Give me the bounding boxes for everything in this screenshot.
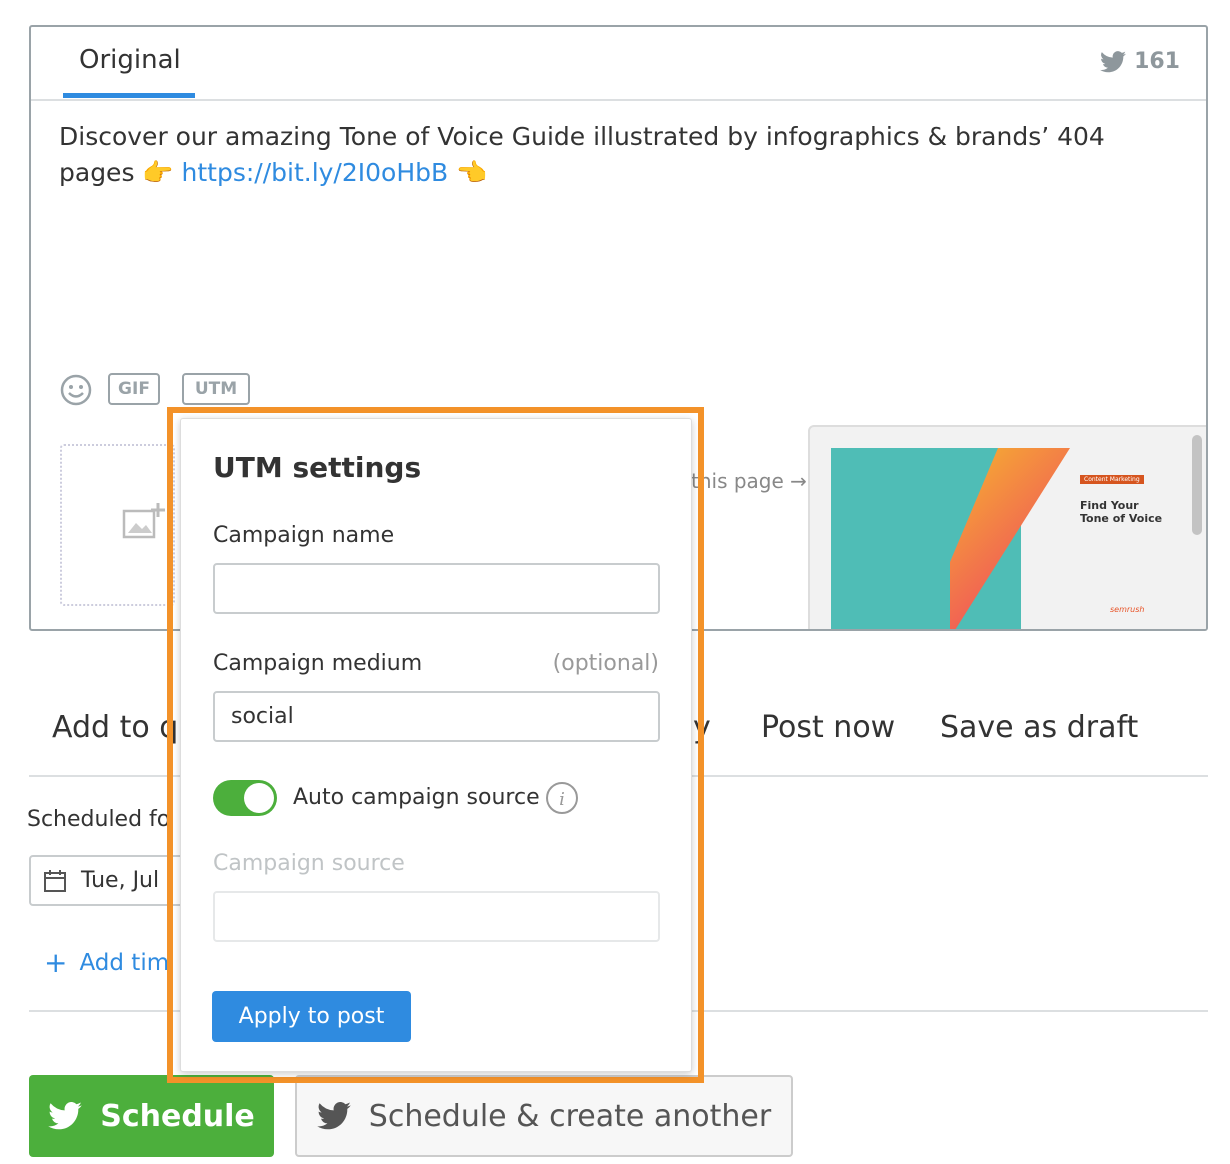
schedule-button[interactable]: Schedule xyxy=(29,1075,274,1157)
auto-campaign-source-label: Auto campaign source xyxy=(293,785,540,810)
add-time-button[interactable]: + Add tim xyxy=(44,946,169,979)
image-upload-area[interactable] xyxy=(60,444,175,606)
campaign-medium-input[interactable] xyxy=(213,691,660,742)
date-picker[interactable]: Tue, Jul xyxy=(29,855,189,906)
post-text-editor[interactable]: Discover our amazing Tone of Voice Guide… xyxy=(59,119,1159,191)
character-counter: 161 xyxy=(1100,49,1180,74)
campaign-medium-label: Campaign medium xyxy=(213,651,423,676)
popup-title: UTM settings xyxy=(213,451,422,484)
campaign-name-input[interactable] xyxy=(213,563,660,614)
add-to-queue-tab[interactable]: Add to q xyxy=(52,710,178,745)
utm-settings-popup: UTM settings Campaign name Campaign medi… xyxy=(180,418,692,1072)
toggle-knob xyxy=(244,783,274,813)
gif-button[interactable]: GIF xyxy=(108,373,160,405)
twitter-icon xyxy=(316,1102,351,1130)
emoji-icon[interactable] xyxy=(59,373,93,407)
preview-title: Find Your Tone of Voice xyxy=(1080,499,1163,525)
campaign-source-input[interactable] xyxy=(213,891,660,942)
post-now-tab[interactable]: Post now xyxy=(761,710,895,745)
schedule-and-create-another-button[interactable]: Schedule & create another xyxy=(295,1075,793,1157)
twitter-icon xyxy=(48,1102,83,1130)
info-icon[interactable]: i xyxy=(545,781,579,815)
link-preview-hint: this page → xyxy=(691,469,807,493)
preview-brand-logo: semrush xyxy=(1110,605,1145,614)
tab-active-indicator xyxy=(63,93,195,98)
tab-divider xyxy=(31,99,1206,101)
add-image-icon xyxy=(122,503,165,539)
preview-scrollbar[interactable] xyxy=(1192,435,1202,535)
optional-hint: (optional) xyxy=(552,651,659,676)
link-preview-card: Content Marketing Find Your Tone of Voic… xyxy=(808,425,1206,629)
save-as-draft-tab[interactable]: Save as draft xyxy=(940,710,1138,745)
plus-icon: + xyxy=(44,946,68,979)
svg-text:i: i xyxy=(559,789,565,810)
post-link[interactable]: https://bit.ly/2I0oHbB xyxy=(182,158,449,187)
pointing-left-emoji: 👈 xyxy=(456,158,488,187)
twitter-icon xyxy=(1100,50,1127,72)
calendar-icon xyxy=(44,869,66,892)
preview-tag: Content Marketing xyxy=(1080,475,1144,484)
apply-to-post-button[interactable]: Apply to post xyxy=(212,991,411,1042)
tab-original[interactable]: Original xyxy=(79,45,181,75)
utm-button[interactable]: UTM xyxy=(182,373,250,405)
campaign-source-label: Campaign source xyxy=(213,851,405,876)
scheduled-for-label: Scheduled fo xyxy=(27,807,171,832)
auto-campaign-source-toggle[interactable] xyxy=(213,780,277,816)
campaign-name-label: Campaign name xyxy=(213,523,395,548)
pointing-right-emoji: 👉 xyxy=(142,158,174,187)
